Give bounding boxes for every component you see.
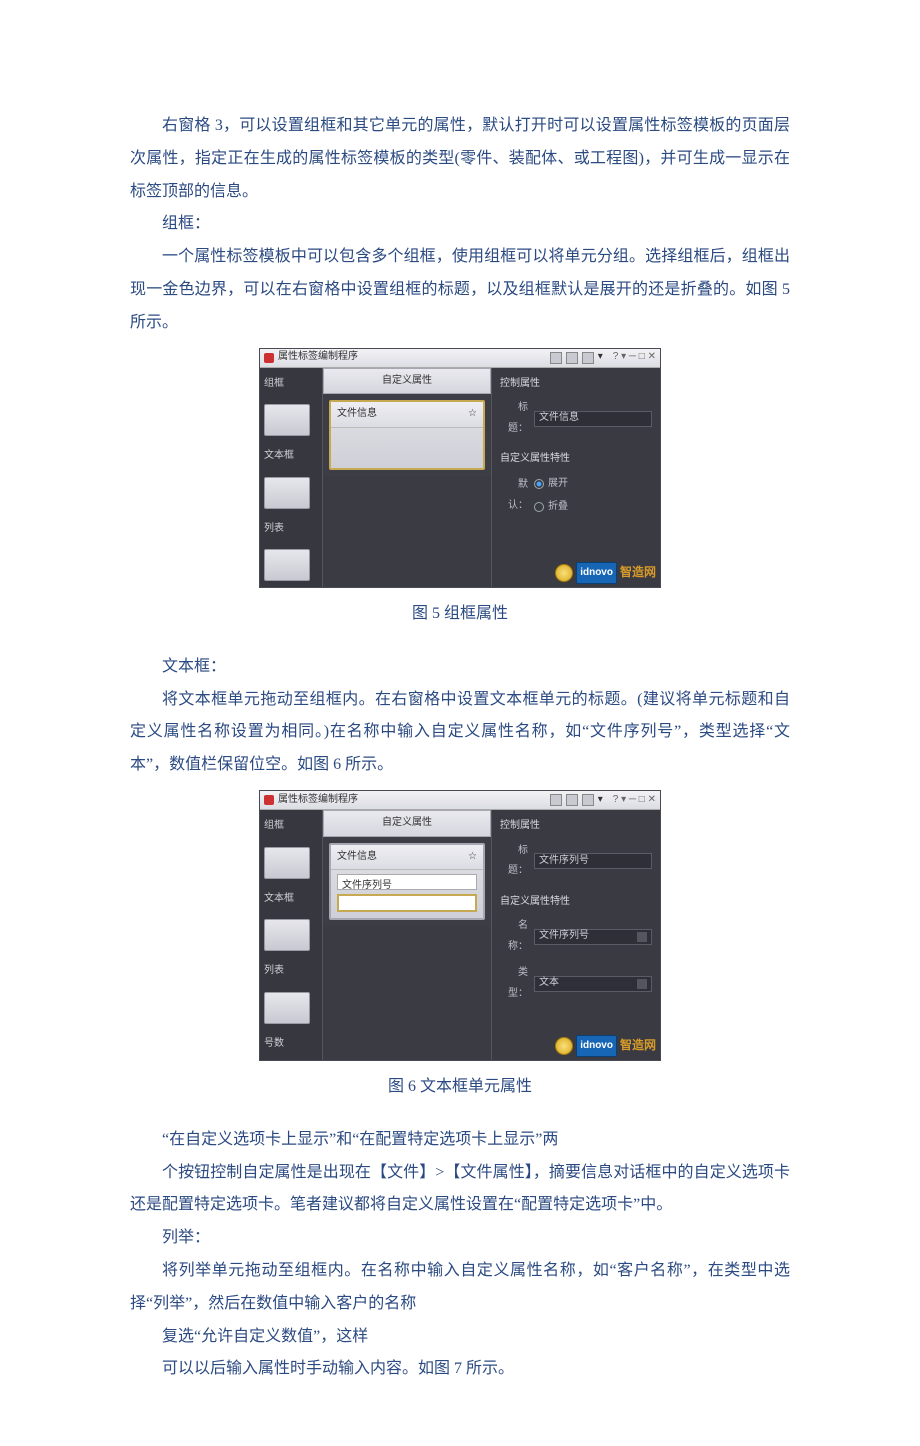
groupbox-frame: 文件信息 ☆ 文件序列号: [329, 843, 485, 921]
palette-label-list: 列表: [264, 519, 318, 540]
watermark-logo-icon: [555, 1037, 573, 1055]
palette-label-number: 号数: [264, 1034, 318, 1055]
palette-item: [264, 847, 310, 879]
window-controls: ? ▾ ─ □ ✕: [613, 790, 656, 811]
palette-column: 组框 文本框 列表 号数: [260, 810, 322, 1060]
palette-column: 组框 文本框 列表: [260, 368, 322, 588]
radio-label-expand: 展开: [548, 474, 568, 495]
toolbar-icon: [566, 352, 578, 364]
toolbar-icon: [582, 794, 594, 806]
toolbar-icon: [550, 352, 562, 364]
document-page: 右窗格 3，可以设置组框和其它单元的属性，默认打开时可以设置属性标签模板的页面层…: [0, 0, 920, 1446]
dropdown-icon: ▾: [598, 790, 603, 811]
collapse-icon: ☆: [468, 847, 477, 868]
watermark: idnovo 智造网: [555, 560, 656, 585]
property-value: 文件信息: [534, 411, 652, 427]
property-label: 名称：: [500, 916, 528, 957]
groupbox-frame: 文件信息 ☆: [329, 400, 485, 470]
figure-caption: 图 6 文本框单元属性: [130, 1071, 790, 1104]
groupbox-title: 文件信息: [337, 847, 377, 868]
watermark-cn: 智造网: [620, 560, 656, 585]
palette-item: [264, 919, 310, 951]
radio-label-collapse: 折叠: [548, 497, 568, 518]
paragraph: 可以以后输入属性时手动输入内容。如图 7 所示。: [130, 1353, 790, 1386]
property-value: 文件序列号: [534, 853, 652, 869]
groupbox-title: 文件信息: [337, 404, 377, 425]
palette-label-groupbox: 组框: [264, 816, 318, 837]
property-label: 标题：: [500, 398, 528, 439]
toolbar-icon: [566, 794, 578, 806]
section-title: 自定义属性特性: [500, 892, 652, 913]
watermark-cn: 智造网: [620, 1033, 656, 1058]
canvas-column: 自定义属性 文件信息 ☆: [322, 368, 491, 588]
window-title: 属性标签编制程序: [278, 790, 358, 811]
section-title: 控制属性: [500, 374, 652, 395]
canvas-header: 自定义属性: [323, 810, 491, 837]
dropdown-icon: [637, 932, 647, 942]
paragraph: 复选“允许自定义数值”，这样: [130, 1321, 790, 1354]
palette-label-textbox: 文本框: [264, 889, 318, 910]
palette-item: [264, 477, 310, 509]
palette-label-list: 列表: [264, 961, 318, 982]
field-label: 文件序列号: [337, 874, 477, 890]
window-titlebar: 属性标签编制程序 ▾ ? ▾ ─ □ ✕: [260, 349, 660, 368]
app-logo-icon: [264, 795, 274, 805]
window-title: 属性标签编制程序: [278, 347, 358, 368]
textbox-input: [337, 894, 477, 912]
toolbar-icon: [550, 794, 562, 806]
paragraph: 将列举单元拖动至组框内。在名称中输入自定义属性名称，如“客户名称”，在类型中选择…: [130, 1255, 790, 1321]
radio-icon: [534, 479, 544, 489]
property-label: 默认：: [500, 475, 528, 516]
figure-caption: 图 5 组框属性: [130, 598, 790, 631]
palette-item: [264, 549, 310, 581]
app-window: 属性标签编制程序 ▾ ? ▾ ─ □ ✕ 组框 文本框 列表: [259, 348, 661, 589]
section-title: 控制属性: [500, 816, 652, 837]
window-controls: ? ▾ ─ □ ✕: [613, 347, 656, 368]
properties-column: 控制属性 标题： 文件信息 自定义属性特性 默认： 展开: [491, 368, 660, 588]
palette-item: [264, 992, 310, 1024]
palette-label-groupbox: 组框: [264, 374, 318, 395]
paragraph: 个按钮控制自定属性是出现在【文件】>【文件属性】，摘要信息对话框中的自定义选项卡…: [130, 1157, 790, 1223]
app-window: 属性标签编制程序 ▾ ? ▾ ─ □ ✕ 组框 文本框 列表 号数: [259, 790, 661, 1061]
section-title: 自定义属性特性: [500, 449, 652, 470]
radio-icon: [534, 502, 544, 512]
figure-6-screenshot: 属性标签编制程序 ▾ ? ▾ ─ □ ✕ 组框 文本框 列表 号数: [130, 790, 790, 1061]
paragraph: 文本框：: [130, 651, 790, 684]
watermark: idnovo 智造网: [555, 1033, 656, 1058]
property-label: 标题：: [500, 841, 528, 882]
paragraph: 将文本框单元拖动至组框内。在右窗格中设置文本框单元的标题。(建议将单元标题和自定…: [130, 684, 790, 782]
dropdown-icon: [637, 979, 647, 989]
properties-column: 控制属性 标题： 文件序列号 自定义属性特性 名称： 文件序列号: [491, 810, 660, 1060]
paragraph: 右窗格 3，可以设置组框和其它单元的属性，默认打开时可以设置属性标签模板的页面层…: [130, 110, 790, 208]
paragraph: 一个属性标签模板中可以包含多个组框，使用组框可以将单元分组。选择组框后，组框出现…: [130, 241, 790, 339]
property-label: 类型：: [500, 963, 528, 1004]
paragraph: “在自定义选项卡上显示”和“在配置特定选项卡上显示”两: [130, 1124, 790, 1157]
toolbar-icon: [582, 352, 594, 364]
palette-label-textbox: 文本框: [264, 446, 318, 467]
paragraph: 列举：: [130, 1222, 790, 1255]
property-value: 文件序列号: [534, 929, 652, 945]
canvas-header: 自定义属性: [323, 368, 491, 395]
dropdown-icon: ▾: [598, 347, 603, 368]
canvas-column: 自定义属性 文件信息 ☆ 文件序列号: [322, 810, 491, 1060]
paragraph: 组框：: [130, 208, 790, 241]
watermark-brand: idnovo: [576, 1035, 617, 1058]
property-value: 文本: [534, 976, 652, 992]
palette-item: [264, 404, 310, 436]
window-titlebar: 属性标签编制程序 ▾ ? ▾ ─ □ ✕: [260, 791, 660, 810]
watermark-logo-icon: [555, 564, 573, 582]
watermark-brand: idnovo: [576, 562, 617, 585]
figure-5-screenshot: 属性标签编制程序 ▾ ? ▾ ─ □ ✕ 组框 文本框 列表: [130, 348, 790, 589]
collapse-icon: ☆: [468, 404, 477, 425]
app-logo-icon: [264, 353, 274, 363]
